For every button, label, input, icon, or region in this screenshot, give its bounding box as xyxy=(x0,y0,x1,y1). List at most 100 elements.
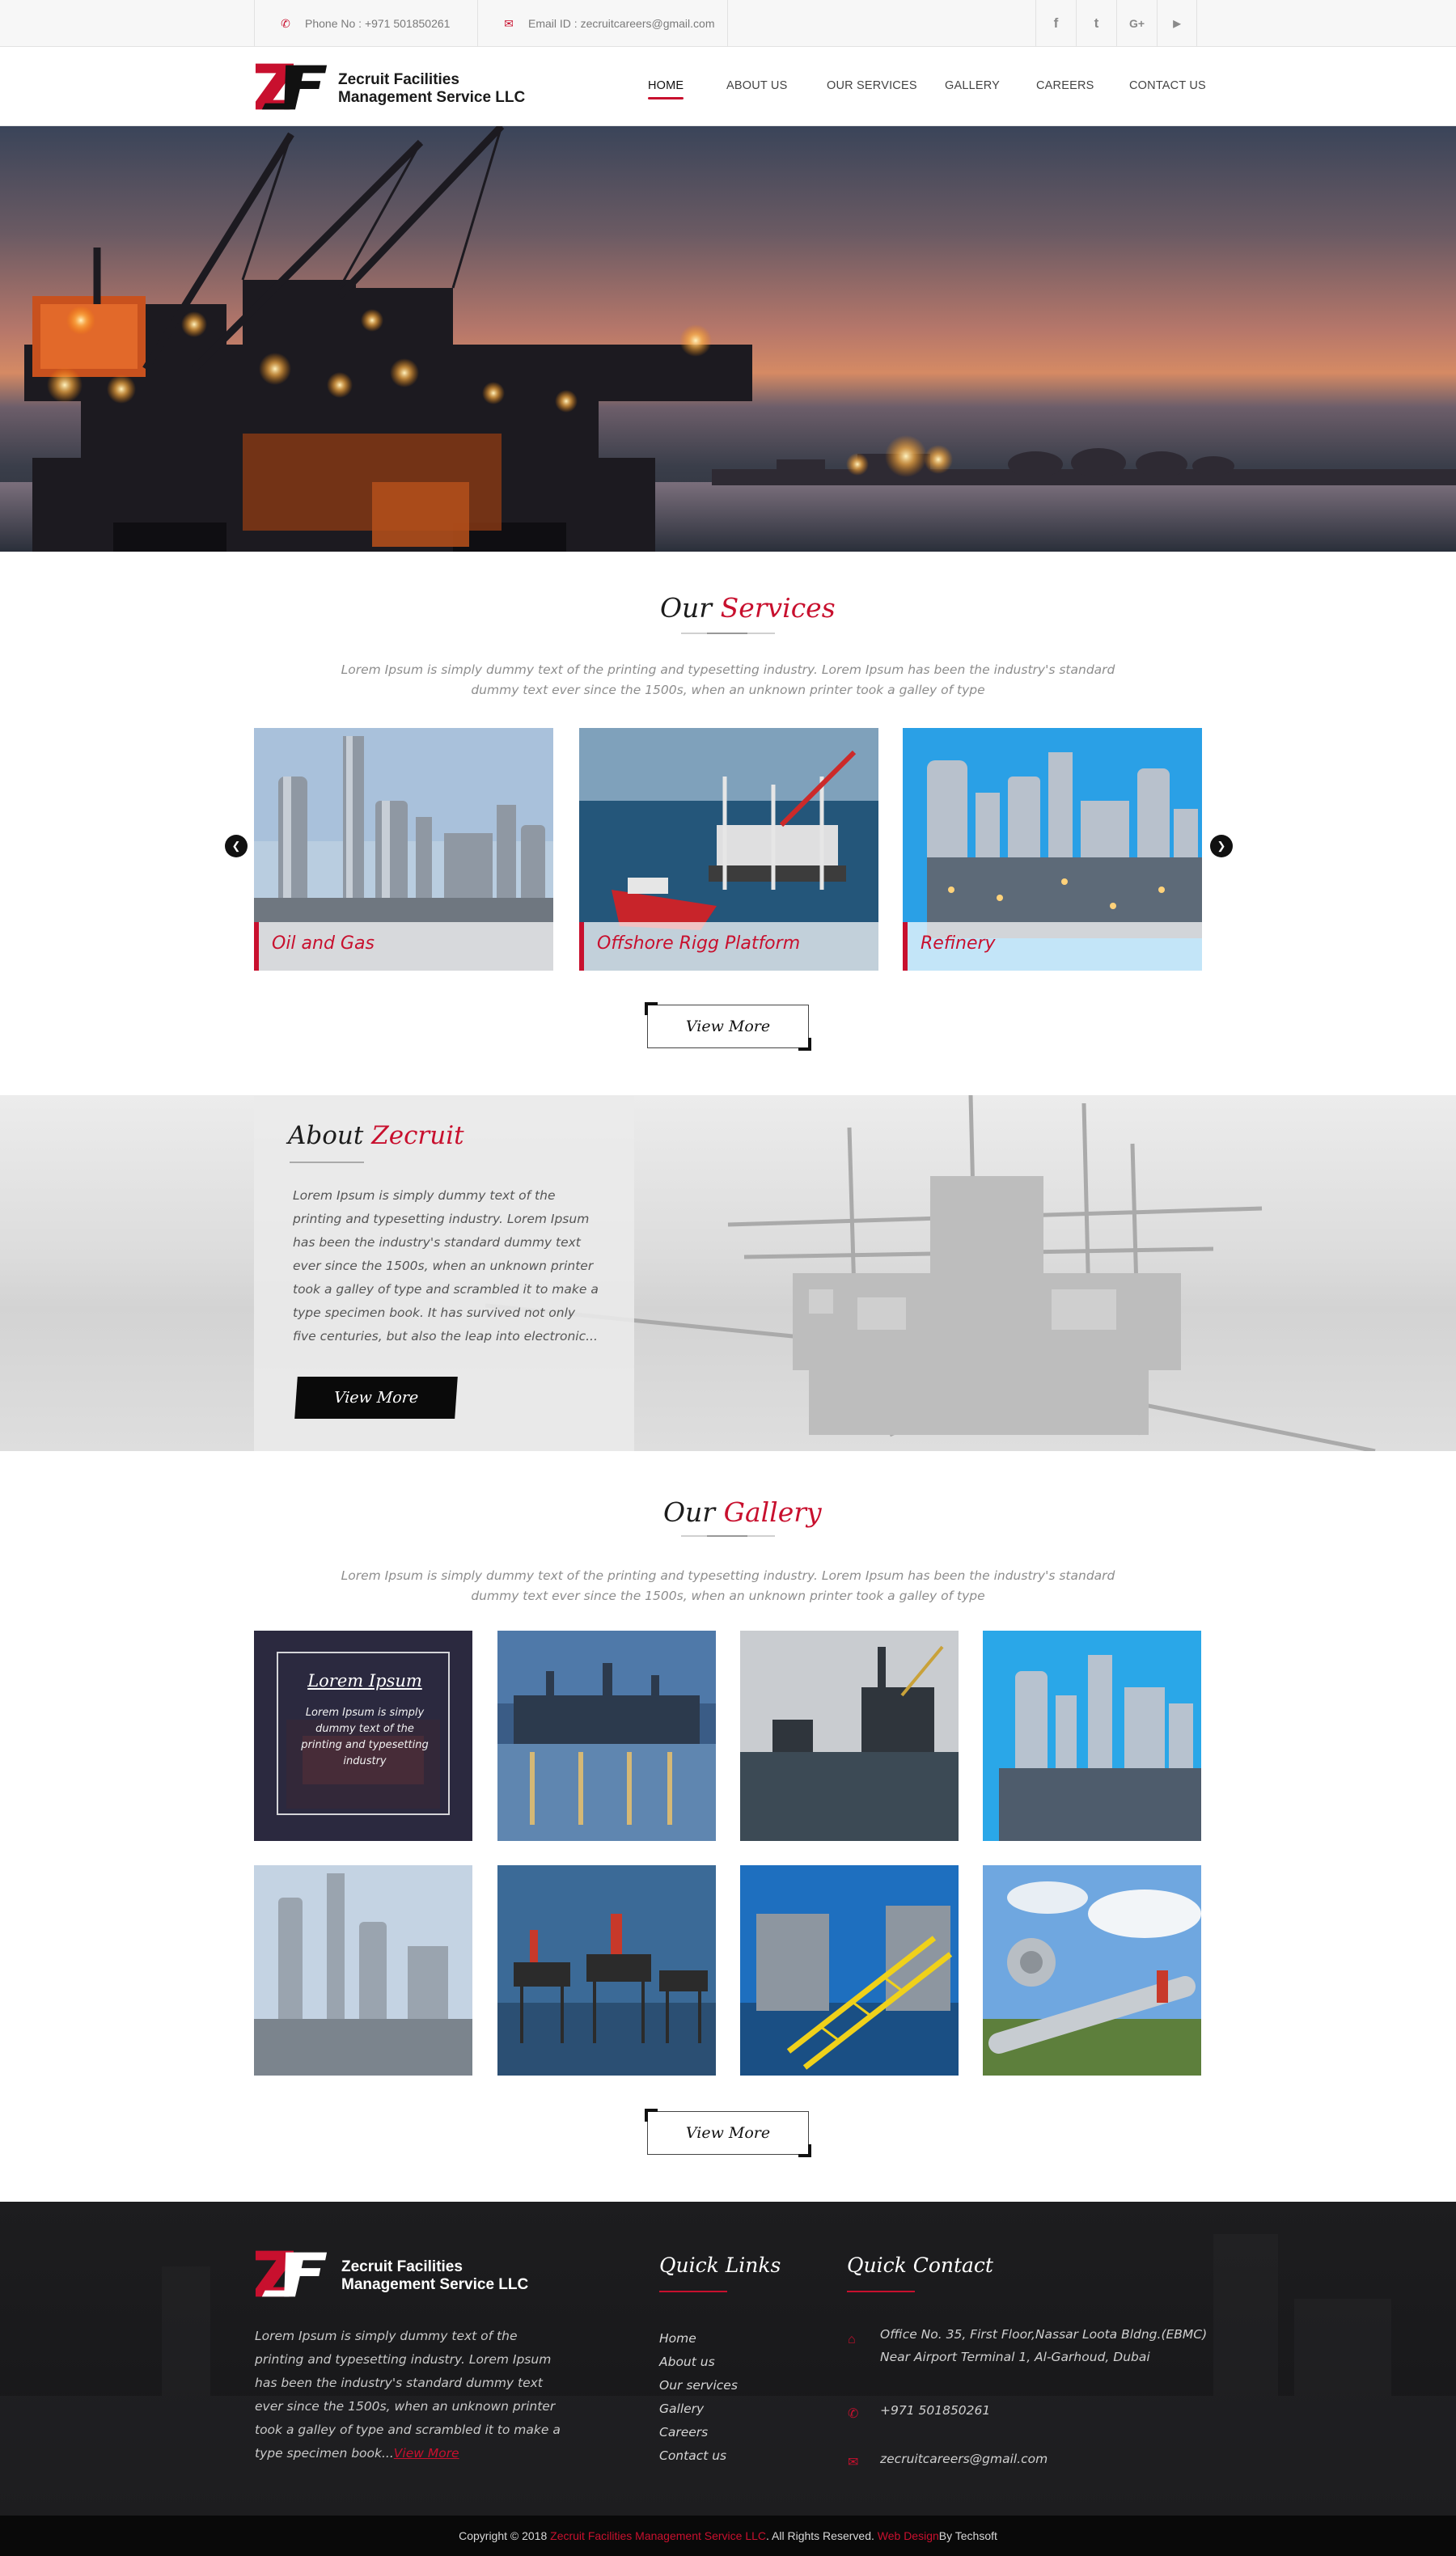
gallery-title: Our Gallery xyxy=(663,1496,822,1528)
services-title: Our Services xyxy=(660,592,836,624)
topbar-email[interactable]: ✉ Email ID : zecruitcareers@gmail.com xyxy=(477,0,728,47)
about-view-more-button[interactable]: View More xyxy=(294,1377,458,1419)
nav-careers[interactable]: CAREERS xyxy=(1036,79,1094,92)
hero-oil-rig-image xyxy=(0,126,1456,552)
gallery-hover-overlay: Lorem Ipsum Lorem Ipsum is simply dummy … xyxy=(254,1631,472,1841)
topbar-email-text: Email ID : zecruitcareers@gmail.com xyxy=(528,17,715,30)
about-title-red: Zecruit xyxy=(371,1121,464,1150)
service-card-label: Oil and Gas xyxy=(254,922,553,971)
topbar-phone[interactable]: ✆ Phone No : +971 501850261 xyxy=(254,0,477,47)
copyright-middle: . All Rights Reserved. xyxy=(766,2529,874,2542)
gallery-title-red: Gallery xyxy=(723,1496,822,1528)
brand-name-line1: Zecruit Facilities xyxy=(338,71,459,88)
copyright-suffix: By Techsoft xyxy=(938,2529,997,2542)
google-plus-icon[interactable]: G+ xyxy=(1116,0,1157,47)
top-bar: ✆ Phone No : +971 501850261 ✉ Email ID :… xyxy=(0,0,1456,47)
copyright-prefix: Copyright © 2018 xyxy=(459,2529,548,2542)
topbar-phone-text: Phone No : +971 501850261 xyxy=(305,17,451,30)
footer-link-about-us[interactable]: About us xyxy=(659,2355,715,2369)
gallery-title-dark: Our xyxy=(663,1496,716,1528)
hero-banner xyxy=(0,126,1456,552)
services-title-dark: Our xyxy=(660,592,713,624)
home-icon: ⌂ xyxy=(848,2333,856,2347)
footer-brand-name[interactable]: Zecruit Facilities Management Service LL… xyxy=(341,2258,528,2294)
site-header: Zecruit Facilities Management Service LL… xyxy=(0,47,1456,126)
copyright-webdesign-link[interactable]: Web Design xyxy=(878,2529,939,2542)
services-title-red: Services xyxy=(720,592,836,624)
gallery-item[interactable] xyxy=(254,1865,472,2076)
site-footer: Zecruit Facilities Management Service LL… xyxy=(0,2202,1456,2516)
nav-about-us[interactable]: ABOUT US xyxy=(726,79,787,92)
nav-our-services[interactable]: OUR SERVICES xyxy=(827,79,917,92)
nav-home[interactable]: HOME xyxy=(648,79,684,92)
services-view-more-button[interactable]: View More xyxy=(645,1002,811,1051)
services-intro: Lorem Ipsum is simply dummy text of the … xyxy=(341,662,1115,697)
gallery-title-divider-accent xyxy=(707,1535,747,1537)
gallery-overlay-frame: Lorem Ipsum Lorem Ipsum is simply dummy … xyxy=(277,1652,450,1815)
gallery-refinery-towers-image xyxy=(254,1865,472,2076)
service-card-oil-and-gas[interactable]: Oil and Gas xyxy=(254,728,553,971)
footer-background-image xyxy=(0,2234,1456,2516)
gallery-item[interactable]: Lorem Ipsum Lorem Ipsum is simply dummy … xyxy=(254,1631,472,1841)
copyright-bar: Copyright © 2018 Zecruit Facilities Mana… xyxy=(0,2516,1456,2556)
brand-name[interactable]: Zecruit Facilities Management Service LL… xyxy=(338,71,525,107)
footer-about-body: Lorem Ipsum is simply dummy text of the … xyxy=(255,2329,561,2461)
gallery-intro: Lorem Ipsum is simply dummy text of the … xyxy=(341,1568,1115,1603)
services-title-divider-accent xyxy=(707,633,747,634)
envelope-icon: ✉ xyxy=(848,2456,859,2469)
gallery-yellow-bridge-platform-image xyxy=(740,1865,959,2076)
gallery-pipeline-image xyxy=(983,1865,1201,2076)
youtube-icon[interactable]: ▶ xyxy=(1157,0,1197,47)
gallery-item[interactable] xyxy=(740,1631,959,1841)
quick-contact-divider xyxy=(847,2291,915,2292)
footer-brand-logo-icon[interactable] xyxy=(254,2249,330,2299)
gallery-item[interactable] xyxy=(497,1631,716,1841)
about-panel: About Zecruit Lorem Ipsum is simply dumm… xyxy=(254,1095,634,1451)
gallery-offshore-platform-image xyxy=(740,1631,959,1841)
service-card-refinery[interactable]: Refinery xyxy=(903,728,1202,971)
phone-icon: ✆ xyxy=(848,2407,859,2421)
gallery-item[interactable] xyxy=(983,1865,1201,2076)
gallery-jackup-rigs-image xyxy=(497,1865,716,2076)
footer-link-our-services[interactable]: Our services xyxy=(659,2378,738,2393)
about-offshore-platform-image xyxy=(485,1095,1376,1451)
envelope-icon: ✉ xyxy=(504,16,514,30)
service-card-label: Refinery xyxy=(903,922,1202,971)
gallery-item[interactable] xyxy=(983,1631,1201,1841)
copyright-company-link[interactable]: Zecruit Facilities Management Service LL… xyxy=(550,2529,766,2542)
footer-address: Office No. 35, First Floor,Nassar Loota … xyxy=(880,2327,1208,2364)
about-text: Lorem Ipsum is simply dummy text of the … xyxy=(293,1188,599,1344)
carousel-next-arrow-icon[interactable]: ❯ xyxy=(1210,835,1233,857)
nav-gallery[interactable]: GALLERY xyxy=(945,79,1000,92)
gallery-view-more-button[interactable]: View More xyxy=(645,2109,811,2157)
about-title-divider xyxy=(290,1162,364,1163)
footer-about-text: Lorem Ipsum is simply dummy text of the … xyxy=(255,2325,562,2465)
quick-links-title: Quick Links xyxy=(659,2253,781,2277)
service-card-label: Offshore Rigg Platform xyxy=(579,922,878,971)
service-card-title: Oil and Gas xyxy=(272,933,375,954)
footer-email[interactable]: zecruitcareers@gmail.com xyxy=(880,2448,1048,2470)
gallery-item[interactable] xyxy=(740,1865,959,2076)
footer-brand-name-line1: Zecruit Facilities xyxy=(341,2258,463,2275)
footer-link-home[interactable]: Home xyxy=(659,2331,696,2346)
nav-active-indicator xyxy=(648,97,684,99)
footer-view-more-link[interactable]: View More xyxy=(394,2446,459,2461)
about-title-dark: About xyxy=(288,1121,364,1150)
brand-logo-icon[interactable] xyxy=(254,61,330,112)
footer-phone[interactable]: +971 501850261 xyxy=(880,2399,990,2422)
quick-contact-title: Quick Contact xyxy=(847,2253,993,2277)
carousel-prev-arrow-icon[interactable]: ❮ xyxy=(225,835,248,857)
footer-link-gallery[interactable]: Gallery xyxy=(659,2402,704,2416)
facebook-icon[interactable]: f xyxy=(1035,0,1076,47)
service-card-offshore-rigg-platform[interactable]: Offshore Rigg Platform xyxy=(579,728,878,971)
twitter-icon[interactable]: t xyxy=(1076,0,1116,47)
quick-links-divider xyxy=(659,2291,727,2292)
footer-link-contact-us[interactable]: Contact us xyxy=(659,2448,726,2463)
nav-contact-us[interactable]: CONTACT US xyxy=(1129,79,1206,92)
service-card-title: Offshore Rigg Platform xyxy=(597,933,801,954)
footer-link-careers[interactable]: Careers xyxy=(659,2425,708,2440)
gallery-item[interactable] xyxy=(497,1865,716,2076)
gallery-overlay-title[interactable]: Lorem Ipsum xyxy=(278,1671,451,1691)
about-section: About Zecruit Lorem Ipsum is simply dumm… xyxy=(0,1095,1456,1451)
gallery-overlay-text: Lorem Ipsum is simply dummy text of the … xyxy=(301,1707,429,1767)
